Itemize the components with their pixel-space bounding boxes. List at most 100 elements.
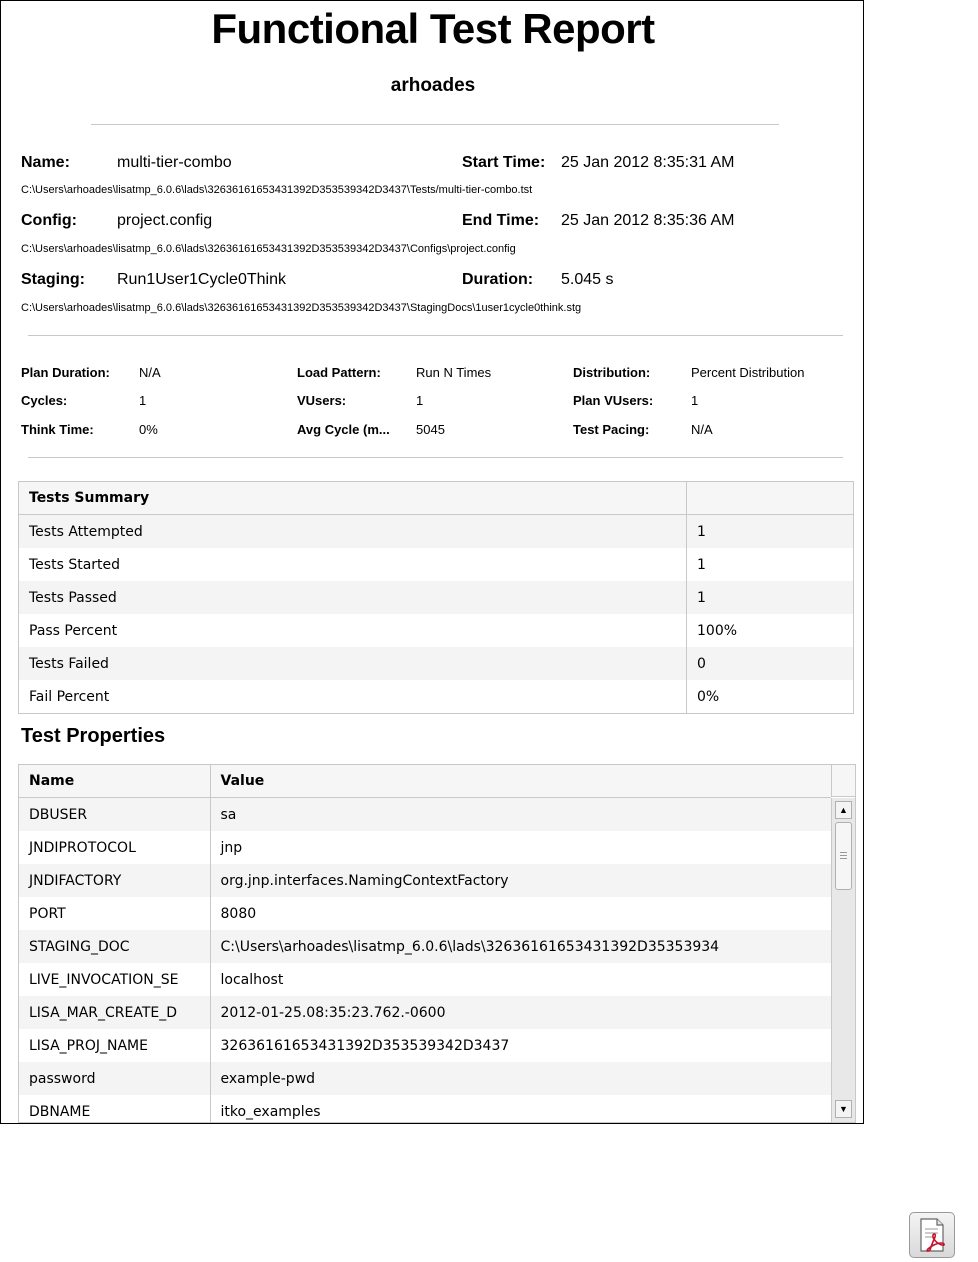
scroll-down-icon[interactable]: ▼ — [835, 1100, 852, 1118]
property-value: sa — [210, 797, 831, 831]
vusers-value: 1 — [416, 393, 424, 408]
table-row[interactable]: LISA_MAR_CREATE_D 2012-01-25.08:35:23.76… — [19, 996, 831, 1029]
property-value: C:\Users\arhoades\lisatmp_6.0.6\lads\326… — [210, 930, 831, 963]
pdf-export-icon — [920, 1218, 945, 1252]
test-pacing-value: N/A — [691, 422, 713, 437]
table-row[interactable]: PORT 8080 — [19, 897, 831, 930]
table-row[interactable]: JNDIFACTORY org.jnp.interfaces.NamingCon… — [19, 864, 831, 897]
summary-value: 0% — [697, 688, 720, 705]
table-row[interactable]: Fail Percent 0% — [18, 680, 854, 714]
table-row[interactable]: Tests Failed 0 — [18, 647, 854, 680]
property-value: example-pwd — [210, 1062, 831, 1095]
summary-value: 1 — [697, 556, 706, 573]
table-header-row: Tests Summary — [18, 481, 854, 515]
name-value: multi-tier-combo — [117, 154, 232, 171]
property-value: localhost — [220, 971, 284, 988]
plan-vusers-value: 1 — [691, 393, 699, 408]
property-name: DBNAME — [19, 1095, 211, 1122]
report-frame: Functional Test Report arhoades Name: mu… — [0, 0, 864, 1124]
property-value: 8080 — [220, 905, 257, 922]
staging-path: C:\Users\arhoades\lisatmp_6.0.6\lads\326… — [21, 302, 582, 314]
duration-label: Duration: — [462, 271, 534, 288]
test-properties-title: Test Properties — [21, 725, 166, 747]
think-time-value: 0% — [139, 422, 158, 437]
tests-summary-value-header — [686, 481, 854, 515]
table-row[interactable]: Tests Attempted 1 — [18, 514, 854, 548]
cycles-label: Cycles: — [21, 393, 68, 408]
summary-label: Tests Started — [18, 548, 687, 581]
summary-value: 1 — [686, 514, 854, 548]
start-time-label: Start Time: — [462, 154, 546, 171]
plan-duration-label: Plan Duration: — [21, 365, 110, 380]
staging-value: Run1User1Cycle0Think — [117, 271, 286, 288]
distribution-value: Percent Distribution — [691, 365, 805, 380]
property-name: LIVE_INVOCATION_SE — [19, 963, 211, 996]
property-value: 2012-01-25.08:35:23.762.-0600 — [210, 996, 831, 1029]
property-value: 32636161653431392D353539342D3437 — [220, 1037, 510, 1054]
scrollbar-header-cell — [831, 765, 855, 797]
load-pattern-label: Load Pattern: — [297, 365, 381, 380]
table-row[interactable]: DBUSER sa — [19, 797, 831, 831]
report-title: Functional Test Report — [211, 5, 655, 52]
test-pacing-label: Test Pacing: — [573, 422, 650, 437]
duration-value: 5.045 s — [561, 271, 614, 288]
config-label: Config: — [21, 212, 77, 229]
end-time-label: End Time: — [462, 212, 540, 229]
divider — [91, 124, 779, 125]
name-path: C:\Users\arhoades\lisatmp_6.0.6\lads\326… — [21, 184, 533, 196]
pdf-export-button[interactable] — [909, 1212, 955, 1258]
summary-label: Tests Failed — [18, 647, 687, 680]
property-name: password — [19, 1062, 211, 1095]
property-name: STAGING_DOC — [19, 930, 211, 963]
name-label: Name: — [21, 154, 70, 171]
tests-summary-header: Tests Summary — [18, 481, 687, 515]
property-name: LISA_MAR_CREATE_D — [19, 996, 211, 1029]
summary-label: Pass Percent — [18, 614, 687, 647]
avg-cycle-value: 5045 — [416, 422, 445, 437]
divider — [28, 335, 843, 336]
summary-value: 1 — [686, 581, 854, 614]
config-value: project.config — [117, 212, 213, 229]
test-properties-panel[interactable]: Name Value DBUSER sa JNDIPROTOCOL jnp JN… — [18, 764, 856, 1123]
property-value: org.jnp.interfaces.NamingContextFactory — [210, 864, 831, 897]
table-row[interactable]: Tests Started 1 — [18, 548, 854, 581]
column-header-value[interactable]: Value — [210, 765, 831, 798]
table-row[interactable]: JNDIPROTOCOL jnp — [19, 831, 831, 864]
property-name: JNDIPROTOCOL — [19, 831, 211, 864]
property-value: jnp — [220, 839, 243, 856]
table-row[interactable]: Tests Passed 1 — [18, 581, 854, 614]
property-name: JNDIFACTORY — [19, 864, 211, 897]
properties-scrollbar[interactable]: ▲ ▼ — [831, 798, 855, 1122]
table-header-row: Name Value — [19, 765, 831, 798]
column-header-name[interactable]: Name — [19, 765, 211, 798]
property-name: PORT — [19, 897, 211, 930]
plan-vusers-label: Plan VUsers: — [573, 393, 654, 408]
distribution-label: Distribution: — [573, 365, 651, 380]
end-time-value: 25 Jan 2012 8:35:36 AM — [561, 212, 735, 229]
property-name: LISA_PROJ_NAME — [19, 1029, 211, 1062]
table-row[interactable]: password example-pwd — [19, 1062, 831, 1095]
scroll-up-icon[interactable]: ▲ — [835, 801, 852, 819]
table-row[interactable]: STAGING_DOC C:\Users\arhoades\lisatmp_6.… — [19, 930, 831, 963]
vusers-label: VUsers: — [297, 393, 347, 408]
divider — [28, 457, 843, 458]
summary-label: Tests Passed — [18, 581, 687, 614]
table-row[interactable]: LIVE_INVOCATION_SE localhost — [19, 963, 831, 996]
tests-summary-table: Tests Summary Tests Attempted 1 Tests St… — [18, 481, 854, 714]
think-time-label: Think Time: — [21, 422, 94, 437]
summary-value: 0 — [686, 647, 854, 680]
summary-value: 100% — [697, 622, 738, 639]
summary-label: Tests Attempted — [18, 514, 687, 548]
table-row[interactable]: LISA_PROJ_NAME 32636161653431392D3535393… — [19, 1029, 831, 1062]
table-row[interactable]: Pass Percent 100% — [18, 614, 854, 647]
avg-cycle-label: Avg Cycle (m... — [297, 422, 390, 437]
scrollbar-thumb[interactable] — [835, 822, 852, 890]
report-user: arhoades — [390, 75, 476, 96]
property-value: itko_examples — [220, 1103, 321, 1120]
test-properties-table: Name Value DBUSER sa JNDIPROTOCOL jnp JN… — [19, 765, 831, 1122]
staging-label: Staging: — [21, 271, 85, 288]
table-row[interactable]: DBNAME itko_examples — [19, 1095, 831, 1122]
summary-label: Fail Percent — [18, 680, 687, 714]
property-name: DBUSER — [19, 797, 211, 831]
config-path: C:\Users\arhoades\lisatmp_6.0.6\lads\326… — [21, 243, 516, 255]
